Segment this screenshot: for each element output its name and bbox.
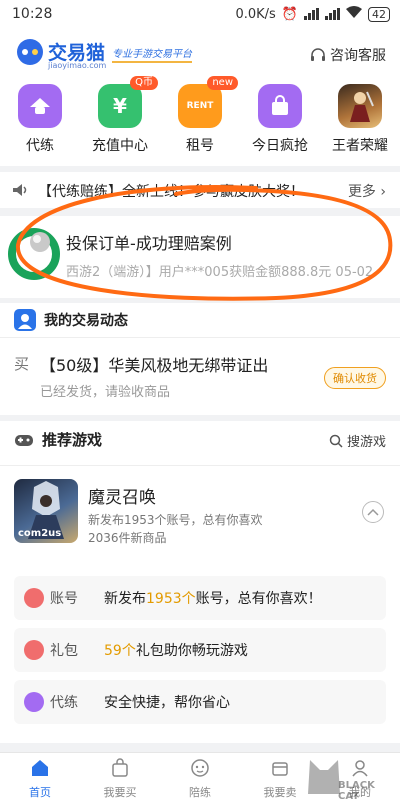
gift-icon [24,640,44,660]
bottom-tab-bar: 首页 我要买 陪练 我要卖 我的 [0,752,400,800]
quick-nav-label: 王者荣耀 [332,138,388,154]
dynamics-title: 我的交易动态 [44,313,128,329]
collapse-button[interactable] [362,501,384,523]
notice-text: 【代练赔练】全新上线！参与赢皮肤大奖！ [38,184,304,200]
rent-icon: RENT new [178,76,238,128]
sub-row-account[interactable]: 账号 新发布1953个账号，总有你喜欢！ [14,576,386,620]
more-label: 更多 [347,184,376,200]
insurance-title: 投保订单-成功理赔案例 [66,234,232,253]
quick-nav-coaching[interactable]: 代练 [0,84,80,155]
sub-row-label: 礼包 [50,643,78,659]
search-icon [329,434,343,448]
tab-profile[interactable]: 我的 [320,753,400,800]
sub-row-text: 安全快捷，帮你省心 [104,695,230,711]
sub-row-label: 代练 [50,695,78,711]
quick-nav-label: 充值中心 [92,138,148,154]
logo-icon [17,39,43,65]
rent-badge: new [207,76,238,90]
divider [0,465,400,466]
tab-home[interactable]: 首页 [0,753,80,800]
customer-service-label: 咨询客服 [330,48,386,64]
quick-nav-honor-of-kings[interactable]: 王者荣耀 [320,84,400,155]
sub-row-text: 新发布1953个账号，总有你喜欢！ [104,591,322,607]
hat-icon [18,84,62,128]
search-game-button[interactable]: 搜游戏 [329,431,386,450]
dynamics-header: 我的交易动态 [14,309,128,331]
headset-icon [311,48,325,61]
status-bar: 10:28 0.0K/s ⏰ 42 [0,0,400,30]
recommend-title: 推荐游戏 [42,431,103,449]
customer-service-button[interactable]: 咨询客服 [310,45,386,65]
quick-nav-recharge[interactable]: ¥ Q币 充值中心 [80,76,160,155]
user-icon [352,760,368,777]
tab-companion[interactable]: 陪练 [160,753,240,800]
gamepad-icon [191,759,209,777]
coach-icon [24,692,44,712]
speaker-icon [13,184,27,196]
notice-bar[interactable]: 【代练赔练】全新上线！参与赢皮肤大奖！ 更多 › [0,172,400,208]
insurance-case-card[interactable]: 投保订单-成功理赔案例 西游2（端游）】用户***005获赔金额888.8元 0… [0,216,400,298]
signal-icon-2 [325,8,340,20]
order-status: 已经发货，请验收商品 [40,385,171,400]
recommend-header: 推荐游戏 [14,429,102,450]
order-type-tag: 买 [14,355,30,373]
insurance-logo-icon [8,228,60,280]
network-speed: 0.0K/s [235,6,276,22]
yen-icon: ¥ Q币 [98,76,158,128]
divider [0,337,400,338]
battery-icon: 42 [368,6,390,22]
sub-row-gift[interactable]: 礼包 59个礼包助你畅玩游戏 [14,628,386,672]
status-time: 10:28 [12,6,53,22]
quick-nav-flash-sale[interactable]: 今日疯抢 [240,84,320,155]
signal-icon [304,8,319,20]
quick-nav: 代练 ¥ Q币 充值中心 RENT new 租号 今日疯抢 王者荣耀 [0,76,400,166]
notice-more-link[interactable]: 更多 › [348,181,386,201]
insurance-desc: 西游2（端游）】用户***005获赔金额888.8元 05-02 [66,265,374,280]
confirm-receipt-button[interactable]: 确认收货 [324,367,386,389]
tab-label: 我要卖 [263,786,297,799]
game-summary: 新发布1953个账号，总有你喜欢 [88,513,263,527]
app-header: 交易猫 jiaoyimao.com 专业手游交易平台 咨询客服 [0,30,400,76]
game-name[interactable]: 魔灵召唤 [88,483,156,508]
tab-buy[interactable]: 我要买 [80,753,160,800]
search-game-label: 搜游戏 [346,435,386,450]
avatar-icon [14,309,36,331]
alarm-icon: ⏰ [281,6,298,22]
game-thumbnail[interactable]: com2us [14,479,78,543]
cart-icon [112,758,128,777]
status-indicators: 0.0K/s ⏰ 42 [235,6,390,22]
game-new-items: 2036件新商品 [88,531,167,545]
chevron-right-icon: › [380,184,386,200]
recharge-badge: Q币 [130,76,158,90]
order-title[interactable]: 【50级】华美风极地无绑带证出 [40,352,268,376]
gamepad-icon [15,434,33,446]
brand-slogan: 专业手游交易平台 [112,45,192,63]
chevron-up-icon [367,508,379,516]
wifi-icon [346,6,362,22]
my-trade-dynamics: 我的交易动态 买 【50级】华美风极地无绑带证出 已经发货，请验收商品 确认收货 [0,303,400,415]
quick-nav-rent[interactable]: RENT new 租号 [160,76,240,155]
game-publisher: com2us [18,528,62,539]
quick-nav-label: 代练 [26,138,54,154]
tab-label: 陪练 [189,786,211,799]
home-icon [32,760,48,776]
hero-icon [338,84,382,128]
tab-label: 我要买 [103,786,137,799]
tab-sell[interactable]: 我要卖 [240,753,320,800]
account-icon [24,588,44,608]
sub-row-label: 账号 [50,591,78,607]
tab-label: 首页 [29,786,51,799]
sub-row-text: 59个礼包助你畅玩游戏 [104,643,248,659]
brand-domain: jiaoyimao.com [48,61,107,70]
sell-icon [272,762,288,776]
tab-label: 我的 [349,786,371,799]
quick-nav-label: 租号 [186,138,214,154]
sub-row-coaching[interactable]: 代练 安全快捷，帮你省心 [14,680,386,724]
recommended-games: 推荐游戏 搜游戏 com2us 魔灵召唤 新发布1953个账号，总有你喜欢 20… [0,421,400,743]
bag-icon [258,84,302,128]
quick-nav-label: 今日疯抢 [252,138,308,154]
